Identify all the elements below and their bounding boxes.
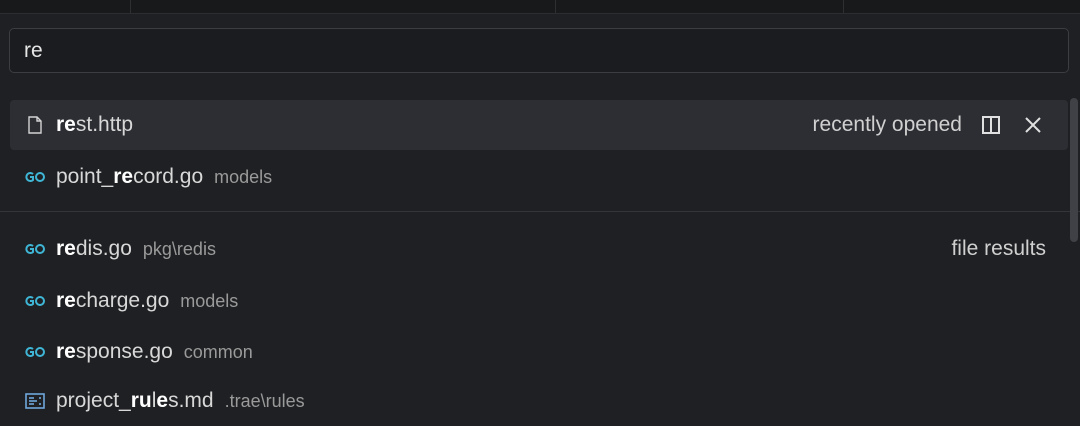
result-item-response-go[interactable]: response.go common [10, 327, 1068, 377]
section-label-recently-opened: recently opened [812, 113, 962, 136]
result-filename: redis.go [56, 237, 132, 260]
result-filename: response.go [56, 340, 173, 363]
result-item-rest-http[interactable]: rest.http recently opened [10, 100, 1068, 150]
close-icon[interactable] [1020, 112, 1046, 138]
top-bar [0, 0, 1080, 14]
result-path: common [183, 341, 253, 362]
result-item-recharge-go[interactable]: recharge.go models [10, 276, 1068, 326]
go-icon [24, 290, 46, 312]
go-icon [24, 341, 46, 363]
split-editor-icon[interactable] [978, 112, 1004, 138]
section-label-file-results: file results [951, 237, 1046, 260]
result-filename: rest.http [56, 113, 134, 136]
result-path: .trae\rules [224, 390, 305, 411]
result-path: models [214, 166, 273, 187]
file-icon [24, 114, 46, 136]
markdown-icon [24, 390, 46, 412]
result-filename: point_record.go [56, 165, 204, 188]
result-item-redis-go[interactable]: redis.go pkg\redis file results [10, 224, 1068, 274]
go-icon [24, 238, 46, 260]
tab-separator [130, 0, 131, 13]
go-icon [24, 166, 46, 188]
result-path: pkg\redis [142, 238, 216, 259]
quick-open-search-box[interactable] [9, 28, 1069, 73]
search-input[interactable] [10, 29, 1068, 72]
tab-separator [555, 0, 556, 13]
result-path: models [180, 290, 239, 311]
result-item-project-rules-md[interactable]: project_rules.md .trae\rules [10, 376, 1068, 426]
tab-separator [843, 0, 844, 13]
result-item-point-record-go[interactable]: point_record.go models [10, 152, 1068, 202]
result-filename: recharge.go [56, 289, 170, 312]
section-divider [0, 211, 1080, 212]
scrollbar-thumb[interactable] [1070, 98, 1078, 242]
result-filename: project_rules.md [56, 389, 214, 412]
